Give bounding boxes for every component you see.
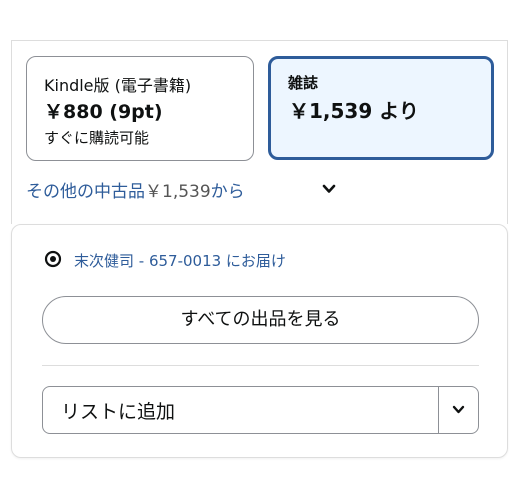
- divider: [42, 365, 479, 366]
- format-option-magazine[interactable]: 雑誌 ￥1,539 より: [268, 56, 494, 160]
- location-pin-icon: [44, 250, 62, 268]
- format-price: ￥880 (9pt): [44, 101, 163, 123]
- add-to-list-label: リストに追加: [61, 401, 176, 423]
- buy-box: Kindle版 (電子書籍) ￥880 (9pt) すぐに購読可能 雑誌 ￥1,…: [0, 0, 515, 479]
- delivery-location-link[interactable]: 末次健司 - 657-0013 にお届け: [74, 250, 286, 271]
- used-offers-suffix: から: [210, 182, 245, 202]
- used-offers-price: ￥1,539: [145, 182, 211, 202]
- add-to-list-button[interactable]: リストに追加: [42, 386, 479, 434]
- format-option-kindle[interactable]: Kindle版 (電子書籍) ￥880 (9pt) すぐに購読可能: [26, 56, 254, 161]
- see-all-offers-button[interactable]: すべての出品を見る: [42, 296, 479, 344]
- format-name: 雑誌: [288, 74, 319, 92]
- format-name: Kindle版 (電子書籍): [44, 76, 192, 95]
- format-availability: すぐに購読可能: [44, 129, 150, 147]
- used-offers-label: その他の中古品: [26, 182, 145, 202]
- chevron-down-icon: [452, 405, 465, 414]
- chevron-down-icon[interactable]: [322, 181, 336, 195]
- used-offers-link[interactable]: その他の中古品￥1,539から: [26, 177, 245, 202]
- format-price: ￥1,539 より: [289, 99, 419, 123]
- list-dropdown-toggle[interactable]: [439, 387, 478, 433]
